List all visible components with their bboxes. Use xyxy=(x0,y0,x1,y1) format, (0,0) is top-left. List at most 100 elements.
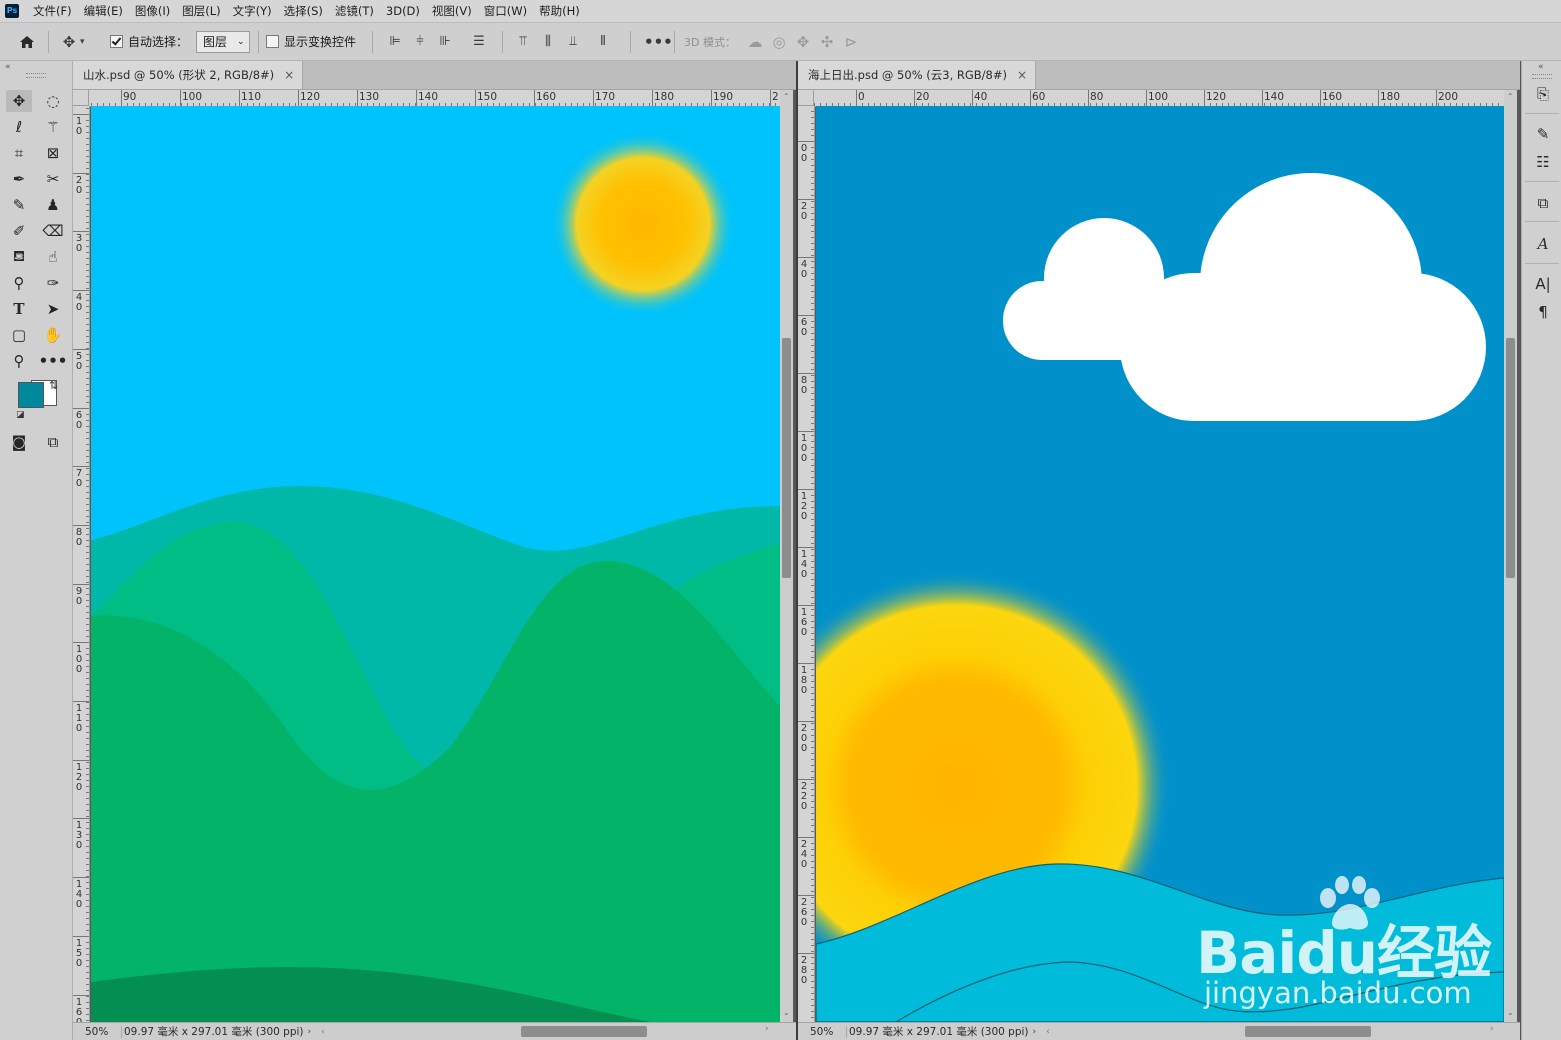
ruler-origin[interactable] xyxy=(798,90,814,106)
ruler-origin[interactable] xyxy=(73,90,89,106)
scroll-down-icon[interactable]: ⌄ xyxy=(783,1008,790,1017)
zoom-level[interactable]: 50% xyxy=(73,1025,122,1038)
doc-tab-sunrise[interactable]: 海上日出.psd @ 50% (云3, RGB/8#) × xyxy=(798,61,1037,89)
chevron-right-icon[interactable]: › xyxy=(1033,1027,1037,1037)
path-selection-tool[interactable]: ➤ xyxy=(40,298,66,320)
expand-panels-icon[interactable]: « xyxy=(1538,62,1544,72)
menu-item[interactable]: 文字(Y) xyxy=(227,0,278,22)
more-options-button[interactable]: ••• xyxy=(644,23,673,60)
close-icon[interactable]: × xyxy=(284,68,294,82)
3d-pan-icon[interactable]: ✥ xyxy=(794,33,812,51)
3d-roll-icon[interactable]: ◎ xyxy=(770,33,788,51)
scroll-up-icon[interactable]: ⌃ xyxy=(1507,92,1514,101)
move-tool[interactable]: ✥ xyxy=(6,90,32,112)
menu-item[interactable]: 文件(F) xyxy=(27,0,78,22)
horizontal-ruler[interactable]: 90 100 110 120 130 140 150 160 170 180 190 2 xyxy=(89,90,780,107)
screen-mode-button[interactable]: ⧉ xyxy=(40,431,66,453)
glyphs-panel-button[interactable]: A xyxy=(1532,233,1554,255)
toolbox-grip[interactable] xyxy=(26,73,46,78)
show-transform-checkbox[interactable]: 显示变换控件 xyxy=(266,23,356,60)
crop-tool[interactable]: ⌗ xyxy=(6,142,32,164)
frame-tool[interactable]: ⊠ xyxy=(40,142,66,164)
doc-info[interactable]: 09.97 毫米 x 297.01 毫米 (300 ppi) xyxy=(122,1024,304,1039)
edit-toolbar-button[interactable]: ••• xyxy=(39,350,68,372)
type-tool[interactable]: T xyxy=(6,298,32,320)
history-panel-button[interactable]: ⎘ xyxy=(1532,83,1554,105)
canvas-sunrise[interactable]: Baidu经验 jingyan.baidu.com xyxy=(816,106,1504,1022)
scroll-up-icon[interactable]: ⌃ xyxy=(783,92,790,101)
menu-item[interactable]: 图层(L) xyxy=(176,0,226,22)
menu-item[interactable]: 3D(D) xyxy=(380,0,426,22)
eyedropper-tool[interactable]: ✒ xyxy=(6,168,32,190)
stamp-tool[interactable]: ♟ xyxy=(40,194,66,216)
scroll-down-icon[interactable]: ⌄ xyxy=(1507,1008,1514,1017)
auto-select-checkbox[interactable]: 自动选择： xyxy=(110,23,188,60)
chevron-right-icon[interactable]: › xyxy=(308,1027,312,1037)
menu-item[interactable]: 选择(S) xyxy=(278,0,329,22)
canvas-landscape[interactable] xyxy=(91,106,780,1022)
swap-colors-icon[interactable]: ⇅ xyxy=(49,379,58,392)
magic-wand-tool[interactable]: ⚚ xyxy=(40,116,66,138)
align-right-icon[interactable]: ⊪ xyxy=(436,34,454,49)
zoom-level[interactable]: 50% xyxy=(798,1025,847,1038)
scroll-right-icon[interactable]: › xyxy=(1490,1024,1494,1034)
eraser-tool[interactable]: ⌫ xyxy=(40,220,66,242)
horizontal-ruler[interactable]: 0 20 40 60 80 100 120 140 160 180 200 xyxy=(814,90,1504,107)
hand-tool[interactable]: ✋ xyxy=(40,324,66,346)
vertical-ruler[interactable]: 00 20 40 60 80 100 120 140 160 180 200 220 240 260 280 xyxy=(798,106,815,1023)
horizontal-scroll-thumb[interactable] xyxy=(1245,1026,1371,1037)
menu-item[interactable]: 帮助(H) xyxy=(533,0,586,22)
paragraph-panel-button[interactable]: ¶ xyxy=(1532,301,1554,323)
scroll-right-icon[interactable]: › xyxy=(765,1024,769,1034)
menu-item[interactable]: 滤镜(T) xyxy=(329,0,380,22)
distribute-horizontal-icon[interactable]: ⫴ xyxy=(594,34,612,49)
align-bottom-icon[interactable]: ⫫ xyxy=(564,34,582,49)
history-brush-tool[interactable]: ✐ xyxy=(6,220,32,242)
panel-grip[interactable] xyxy=(1532,74,1552,79)
menu-item[interactable]: 窗口(W) xyxy=(478,0,533,22)
shape-tool[interactable]: ▢ xyxy=(6,324,32,346)
menu-item[interactable]: 编辑(E) xyxy=(78,0,129,22)
distribute-vertical-icon[interactable]: ☰ xyxy=(470,34,488,49)
scroll-left-icon[interactable]: ‹ xyxy=(1046,1027,1050,1037)
quick-mask-button[interactable]: ◙ xyxy=(6,431,32,453)
pen-tool[interactable]: ✑ xyxy=(40,272,66,294)
properties-panel-button[interactable]: ☷ xyxy=(1532,151,1554,173)
scroll-left-icon[interactable]: ‹ xyxy=(321,1027,325,1037)
marquee-tool[interactable]: ◌ xyxy=(40,90,66,112)
zoom-tool[interactable]: ⚲ xyxy=(6,350,32,372)
doc-info[interactable]: 09.97 毫米 x 297.01 毫米 (300 ppi) xyxy=(847,1024,1029,1039)
layer-select-dropdown[interactable]: 图层 ⌄ xyxy=(196,30,250,53)
brush-tool[interactable]: ✎ xyxy=(6,194,32,216)
align-left-icon[interactable]: ⊫ xyxy=(386,34,404,49)
close-icon[interactable]: × xyxy=(1017,68,1027,82)
3d-scale-icon[interactable]: ⊳ xyxy=(842,33,860,51)
healing-tool[interactable]: ✂ xyxy=(40,168,66,190)
vertical-scrollbar[interactable]: ⌃ ⌄ xyxy=(1504,90,1517,1023)
dodge-tool[interactable]: ⚲ xyxy=(6,272,32,294)
align-top-icon[interactable]: ⫪ xyxy=(514,34,532,49)
align-hcenter-icon[interactable]: ⫩ xyxy=(411,34,429,49)
brush-settings-panel-button[interactable]: ✎ xyxy=(1532,123,1554,145)
horizontal-scroll-thumb[interactable] xyxy=(521,1026,647,1037)
vertical-scroll-thumb[interactable] xyxy=(1506,338,1515,578)
character-panel-button[interactable]: A| xyxy=(1532,273,1554,295)
3d-slide-icon[interactable]: ✣ xyxy=(818,33,836,51)
vertical-scrollbar[interactable]: ⌃ ⌄ xyxy=(780,90,793,1023)
smudge-tool[interactable]: ☝ xyxy=(40,246,66,268)
clone-source-panel-button[interactable]: ⧉ xyxy=(1532,192,1554,214)
vertical-ruler[interactable]: 10 20 30 40 50 60 70 80 90 100 110 120 130 140 150 160 xyxy=(73,106,90,1023)
foreground-color-swatch[interactable] xyxy=(18,382,44,408)
paint-bucket-tool[interactable]: ⛾ xyxy=(6,246,32,268)
align-vcenter-icon[interactable]: ⫼ xyxy=(539,34,557,49)
collapse-toolbox-icon[interactable]: « xyxy=(5,62,11,72)
home-button[interactable] xyxy=(18,23,36,60)
vertical-scroll-thumb[interactable] xyxy=(782,338,791,578)
menu-item[interactable]: 图像(I) xyxy=(129,0,176,22)
default-colors-icon[interactable]: ◪ xyxy=(16,410,25,420)
move-tool-preset-button[interactable]: ✥ ▾ xyxy=(60,23,85,60)
lasso-tool[interactable]: ℓ xyxy=(6,116,32,138)
doc-tab-landscape[interactable]: 山水.psd @ 50% (形状 2, RGB/8#) × xyxy=(73,61,304,89)
menu-item[interactable]: 视图(V) xyxy=(426,0,478,22)
3d-orbit-icon[interactable]: ☁ xyxy=(746,33,764,51)
